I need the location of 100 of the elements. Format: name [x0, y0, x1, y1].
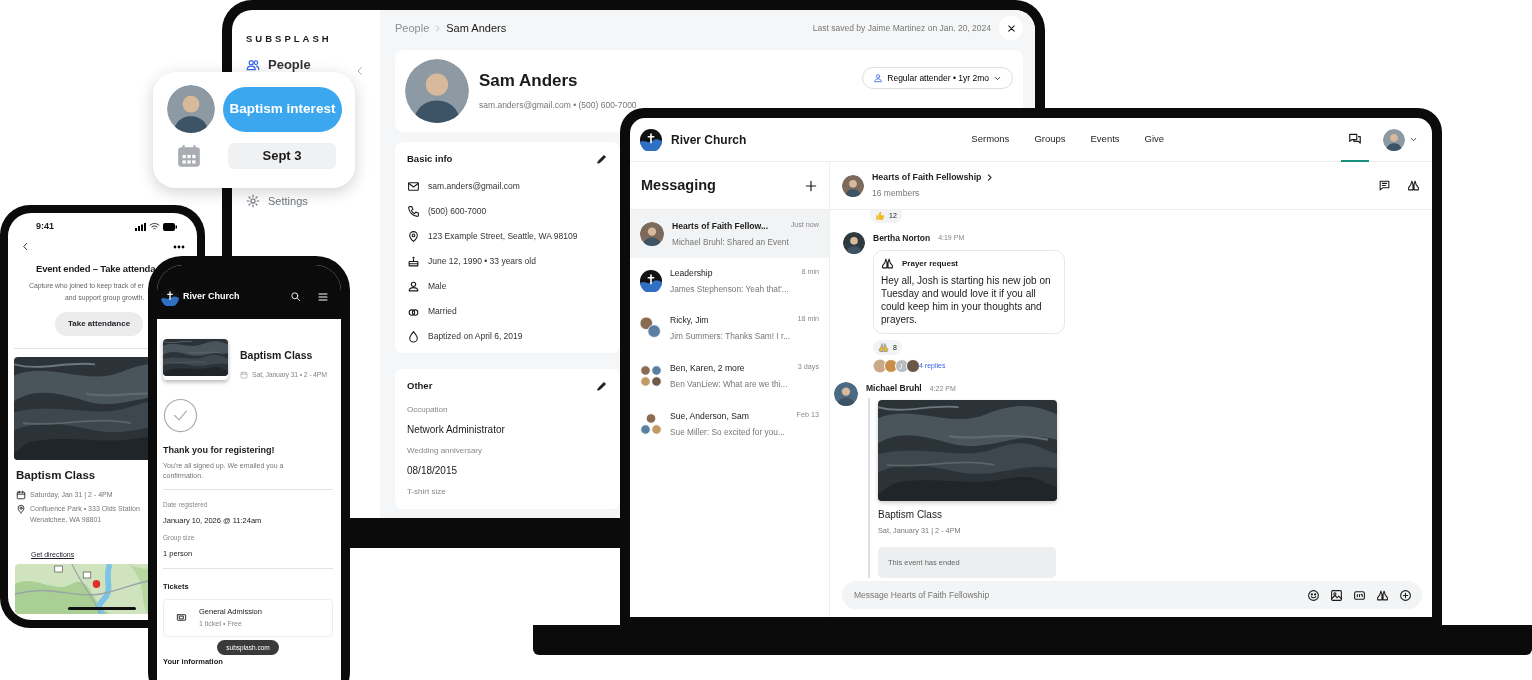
sidebar-item[interactable]: Settings [246, 192, 308, 210]
heading: Event ended – Take attenda [36, 262, 156, 276]
check-icon [163, 398, 198, 434]
chat-icon [1378, 179, 1391, 192]
field-value: 08/18/2015 [407, 463, 458, 478]
praying-hands-icon [1376, 588, 1389, 602]
thumbs-up-icon [875, 211, 885, 222]
menu-button[interactable] [317, 291, 329, 303]
nav-link[interactable]: Sermons [971, 132, 1010, 147]
date-chip: Sept 3 [228, 143, 336, 169]
chevron-right-icon [985, 173, 995, 183]
nav-link[interactable]: Groups [1034, 132, 1066, 147]
person-icon [407, 280, 420, 294]
logo [640, 270, 662, 292]
prayer-button[interactable] [1407, 179, 1420, 192]
calendar-icon [176, 143, 202, 169]
info-text: Married [428, 305, 457, 319]
nav-link[interactable]: Give [1144, 132, 1165, 147]
brand-name: SUBSPLASH [246, 32, 332, 46]
chevron-right-icon [433, 23, 443, 33]
add-button[interactable] [1399, 588, 1412, 602]
cake-icon [407, 255, 420, 269]
plus-icon [804, 178, 818, 193]
conversation-preview: Sue Miller: So excited for you... [670, 425, 786, 439]
pencil-icon [596, 153, 608, 166]
profile-contact: sam.anders@gmail.com • (500) 600-7000 [479, 99, 637, 113]
add-icon [1399, 588, 1412, 602]
account-menu[interactable] [1383, 128, 1418, 151]
sticker-button[interactable] [1353, 588, 1366, 602]
info-text: sam.anders@gmail.com [428, 180, 520, 194]
image-button[interactable] [1330, 588, 1343, 602]
event-title: Baptism Class [240, 348, 313, 363]
status-dropdown[interactable]: Regular attender • 1yr 2mo [862, 66, 1013, 90]
close-button[interactable] [999, 16, 1023, 40]
new-message-button[interactable] [804, 178, 818, 193]
avatar [640, 222, 664, 246]
avatar [842, 174, 864, 197]
praying-hands-icon [878, 342, 889, 354]
location-pin-icon [407, 230, 420, 244]
conversation-preview: Jim Summers: Thanks Sam! I r... [670, 329, 792, 343]
calendar-icon [240, 371, 248, 379]
more-button[interactable] [173, 244, 185, 249]
card-title: Other [407, 379, 433, 394]
prayer-button[interactable] [1376, 588, 1389, 602]
info-text: Baptized on April 6, 2019 [428, 330, 523, 344]
home-indicator [68, 607, 136, 610]
signal-icon [135, 222, 146, 231]
threads-button[interactable] [1378, 179, 1391, 192]
field-label: T-shirt size [407, 485, 446, 498]
praying-hands-icon [881, 257, 894, 271]
image-icon [1330, 588, 1343, 602]
avatar-stack [640, 365, 662, 387]
avatar [405, 59, 469, 123]
edit-button[interactable] [596, 380, 608, 393]
conversation-name: Ricky, Jim [670, 313, 709, 327]
confirmation-title: Thank you for registering! [163, 444, 275, 458]
profile-name: Sam Anders [479, 69, 578, 92]
praying-hands-icon [1407, 179, 1420, 192]
brand-name: River Church [671, 131, 747, 149]
brand-name: River Church [183, 290, 240, 304]
message-text: Hey all, Josh is starting his new job on Tuesday and would love it if you all could keep him in your thoughts and prayers. [881, 275, 1052, 327]
search-button[interactable] [290, 291, 301, 303]
avatar [834, 382, 858, 407]
person-icon [873, 73, 884, 83]
reply-avatars [873, 359, 919, 374]
info-text: 123 Example Street, Seattle, WA 98109 [428, 230, 578, 244]
edit-button[interactable] [596, 153, 608, 166]
logo [640, 128, 662, 151]
emoji-button[interactable] [1307, 588, 1320, 602]
caret-icon [1409, 135, 1418, 144]
nav-link[interactable]: Events [1090, 132, 1120, 147]
group-name-link[interactable]: Hearts of Faith Fellowship [872, 171, 995, 185]
event-title: Baptism Class [16, 467, 96, 483]
pencil-icon [596, 380, 608, 393]
take-attendance-button[interactable]: Take attendance [55, 311, 144, 336]
field-value: Network Administrator [407, 422, 505, 437]
avatar-stack [640, 413, 662, 435]
status-time: 9:41 [36, 219, 54, 233]
battery-icon [163, 222, 177, 231]
message-composer[interactable]: Message Hearts of Faith Fellowship [842, 581, 1422, 609]
calendar-icon [16, 490, 26, 501]
conversation-name: Hearts of Faith Fellow... [672, 219, 769, 233]
author-name: Bertha Norton [873, 231, 931, 245]
card-title: Basic info [407, 152, 453, 166]
avatar [843, 231, 865, 254]
search-icon [290, 291, 301, 302]
breadcrumb-current: Sam Anders [446, 20, 507, 36]
message-field[interactable]: Message Hearts of Faith Fellowship [852, 587, 1307, 603]
conversation-preview: Michael Bruhl: Shared an Event [672, 235, 790, 249]
avatar [1383, 128, 1405, 151]
location-pin-icon [16, 504, 26, 515]
member-count: 16 members [872, 187, 921, 200]
sidebar-item[interactable]: People [246, 55, 311, 75]
wifi-icon [149, 222, 160, 231]
prayer-label: Prayer request [902, 257, 959, 270]
rounded-square-icon [1353, 588, 1366, 602]
people-icon [246, 58, 260, 72]
avatar [167, 85, 215, 133]
chat-icon [1348, 131, 1362, 146]
drop-icon [407, 330, 420, 344]
